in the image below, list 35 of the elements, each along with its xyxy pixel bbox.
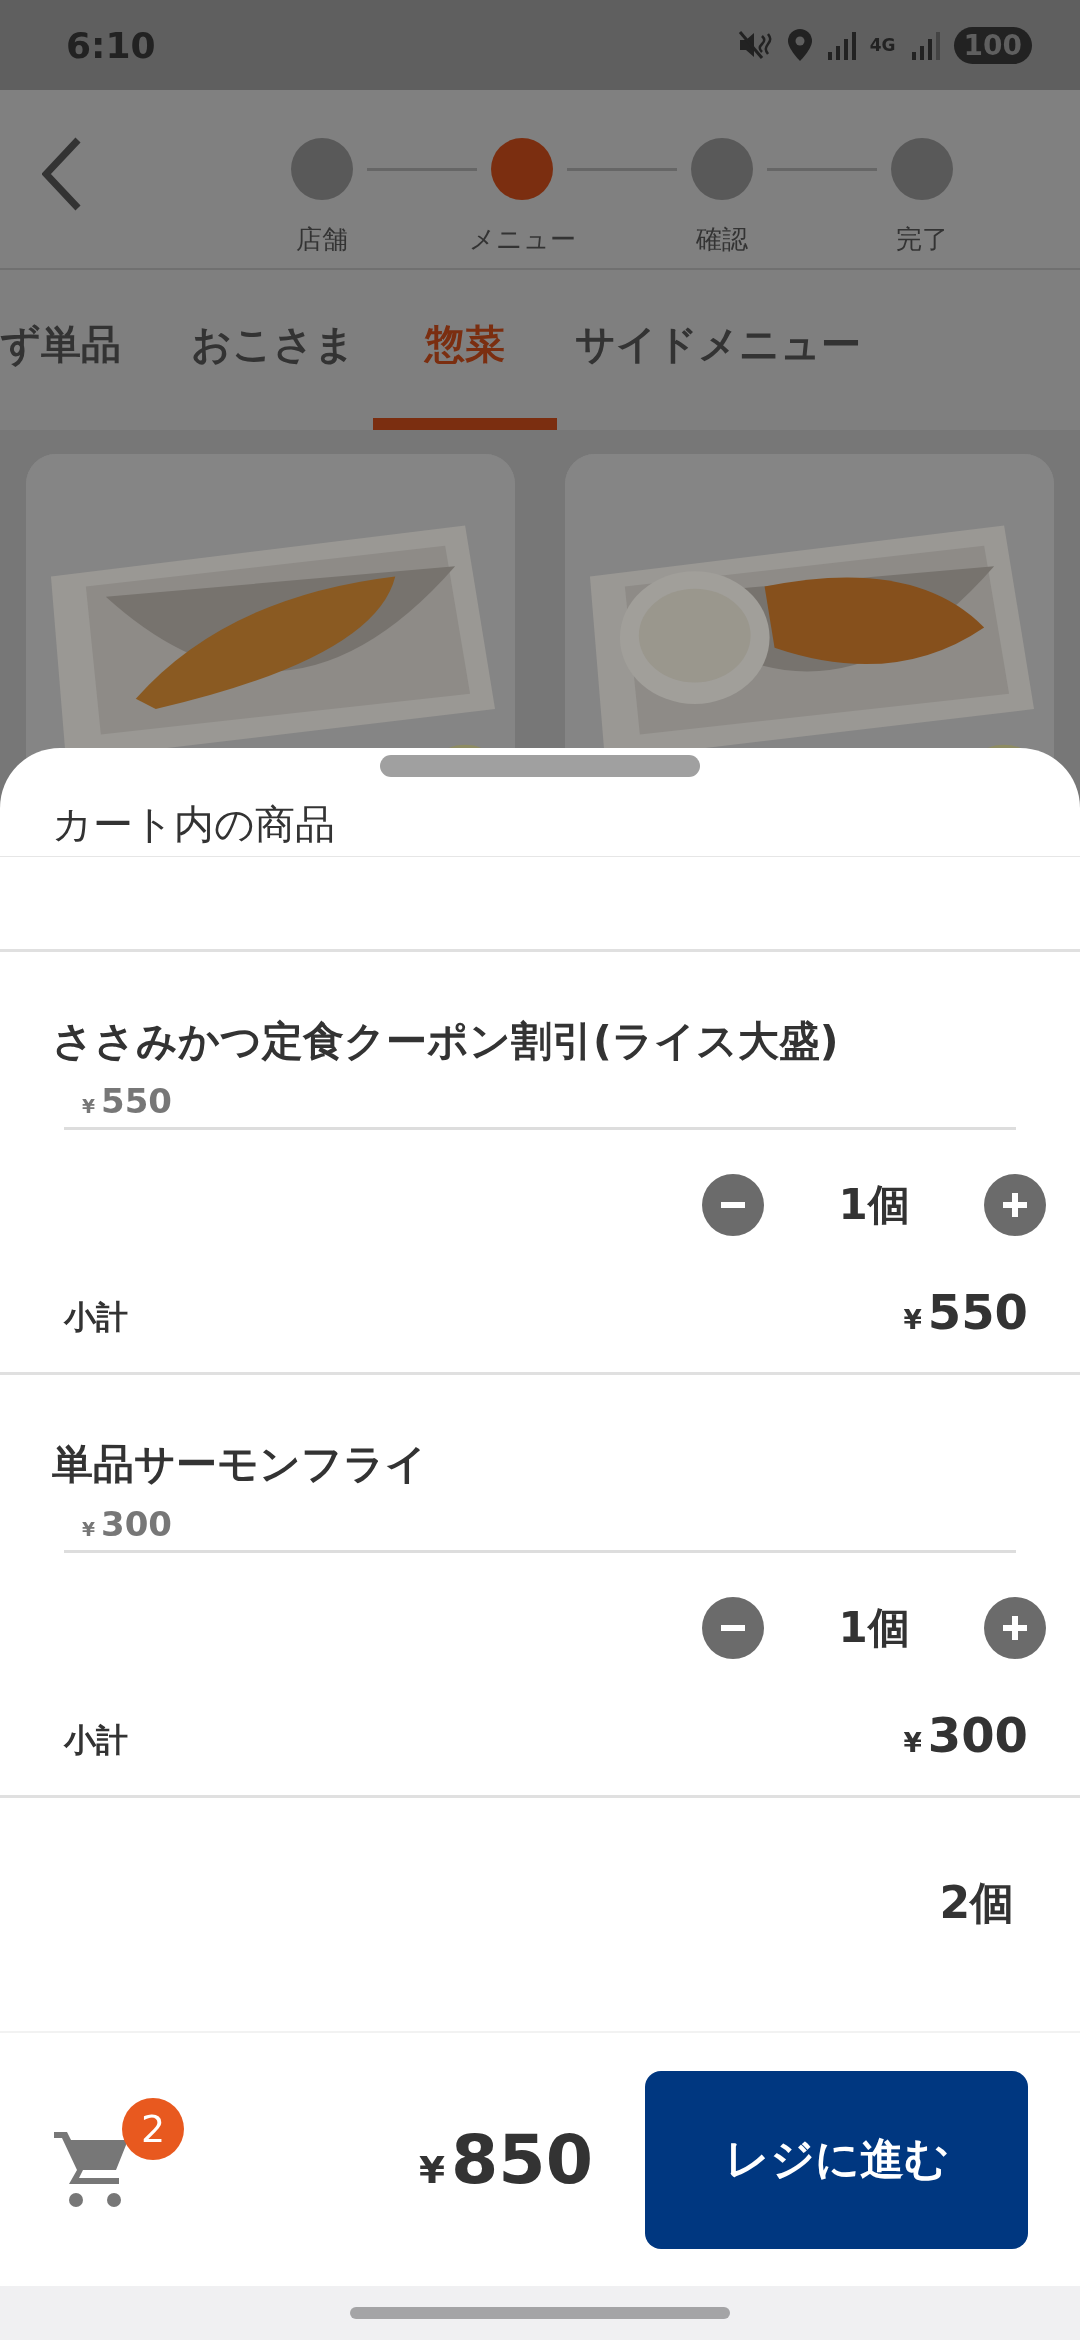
category-tab[interactable]: おこさま [191,270,355,430]
subtotal-label: 小計 [64,1297,128,1338]
drag-handle[interactable] [380,755,700,777]
subtotal-value: ¥300 [903,1707,1028,1763]
cart-title: カート内の商品 [0,777,1080,857]
network-type: 4G [869,35,896,55]
checkout-button[interactable]: レジに進む [645,2070,1028,2249]
minus-icon [721,1202,745,1208]
mute-icon [737,30,774,60]
status-time: 6:10 [66,24,156,66]
location-icon [787,29,812,61]
step-label: 確認 [696,222,748,256]
category-tab[interactable]: ず単品 [0,270,121,430]
back-icon[interactable] [42,136,82,212]
minus-icon [721,1625,745,1631]
item-price: ¥ 550 [64,1081,1016,1130]
subtotal-value: ¥550 [903,1284,1028,1340]
step-label: 完了 [896,222,948,256]
item-price: ¥ 300 [64,1504,1016,1553]
cart-count-badge: 2 [122,2097,184,2160]
plus-icon [1000,1613,1030,1643]
signal-icon [909,30,940,60]
battery-level: 100 [953,26,1032,64]
total-price: ¥850 [419,2120,593,2199]
step-label: メニュー [468,222,576,256]
signal-icon [825,30,856,60]
total-quantity: 2個 [939,1876,1014,1930]
category-tab[interactable]: サイドメニュー [575,270,861,430]
plus-icon [1000,1190,1030,1220]
item-quantity: 1個 [837,1602,911,1654]
step-label: 店舗 [296,222,348,256]
item-name: ささみかつ定食クーポン割引(ライス大盛) [52,1016,840,1067]
item-quantity: 1個 [837,1179,911,1231]
subtotal-label: 小計 [64,1720,128,1761]
item-name: 単品サーモンフライ [52,1439,428,1490]
